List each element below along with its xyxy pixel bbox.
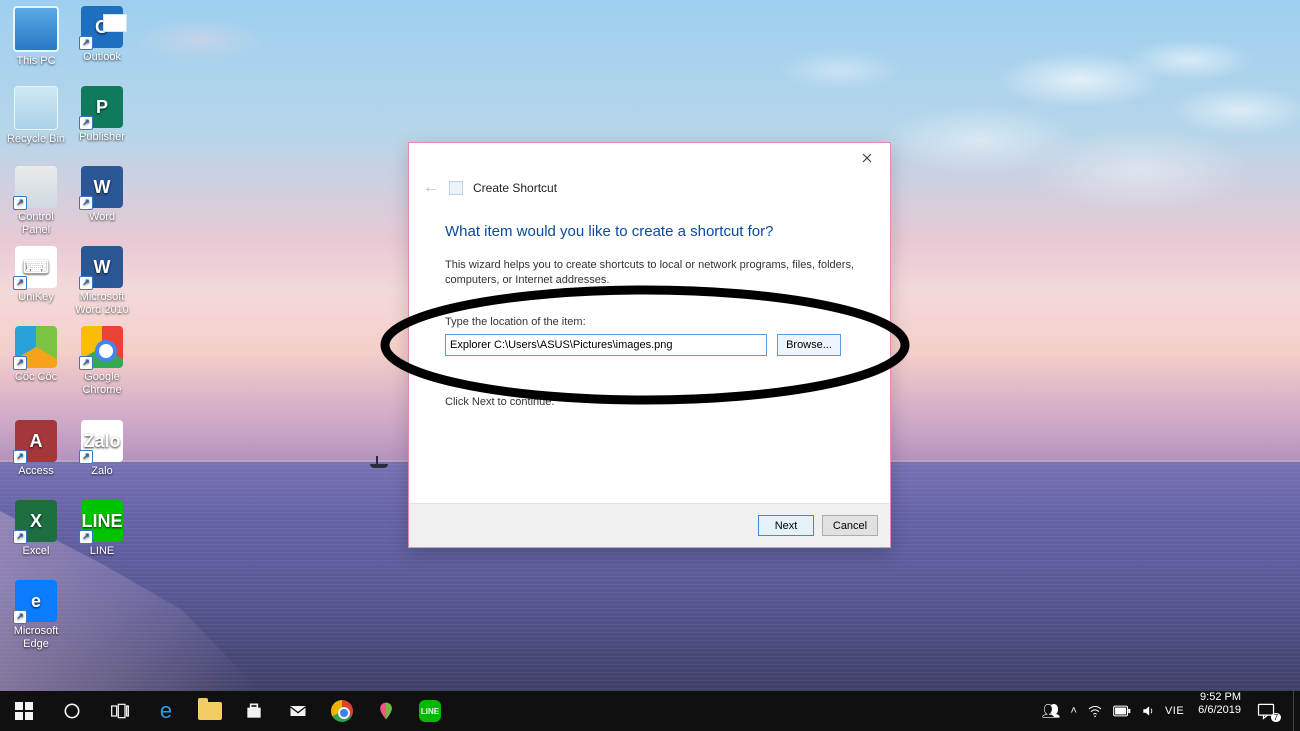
icon-label: Access (4, 465, 68, 478)
recycle-bin-icon (14, 86, 58, 130)
show-desktop-button[interactable] (1293, 691, 1300, 731)
desktop-icon-control-panel[interactable]: ↗ Control Panel (4, 166, 68, 237)
taskbar-store[interactable] (232, 691, 276, 731)
tray-chevron-up-icon[interactable]: ˄ (1071, 705, 1077, 717)
windows-icon (14, 701, 34, 721)
folder-icon (198, 702, 222, 720)
taskbar: e LINE 👥︎ ˄ VIE 9:52 PM 6/6/2019 7 (0, 691, 1300, 731)
desktop-icon-line[interactable]: LINE↗ LINE (70, 500, 134, 558)
dialog-description: This wizard helps you to create shortcut… (445, 258, 854, 288)
line-icon: LINE↗ (81, 500, 123, 542)
line-icon: LINE (419, 700, 441, 722)
publisher-icon: P↗ (81, 86, 123, 128)
icon-label: UniKey (4, 291, 68, 304)
icon-label: Microsoft Word 2010 (70, 291, 134, 317)
taskbar-chrome[interactable] (320, 691, 364, 731)
desktop-icon-outlook[interactable]: O↗ Outlook (70, 6, 134, 64)
desktop-icon-word-2010[interactable]: W↗ Microsoft Word 2010 (70, 246, 134, 317)
store-icon (244, 701, 264, 721)
desktop-icon-coccoc[interactable]: ↗ Cốc Cốc (4, 326, 68, 384)
continue-hint: Click Next to continue. (445, 396, 854, 408)
wizard-title: Create Shortcut (473, 181, 557, 195)
task-view-button[interactable] (96, 691, 144, 731)
icon-label: Publisher (70, 131, 134, 144)
desktop-icon-word[interactable]: W↗ Word (70, 166, 134, 224)
clock-date: 6/6/2019 (1198, 704, 1241, 717)
taskbar-mail[interactable] (276, 691, 320, 731)
icon-label: Cốc Cốc (4, 371, 68, 384)
coccoc-icon: ↗ (15, 326, 57, 368)
close-icon (862, 153, 872, 163)
icon-label: Zalo (70, 465, 134, 478)
desktop-icon-excel[interactable]: X↗ Excel (4, 500, 68, 558)
battery-icon[interactable] (1113, 705, 1131, 717)
control-panel-icon: ↗ (15, 166, 57, 208)
access-icon: A↗ (15, 420, 57, 462)
dialog-heading: What item would you like to create a sho… (445, 223, 854, 240)
browse-button[interactable]: Browse... (777, 334, 841, 356)
icon-label: This PC (4, 55, 68, 68)
maps-icon (376, 701, 396, 721)
action-center-button[interactable]: 7 (1249, 691, 1293, 731)
icon-label: Word (70, 211, 134, 224)
cortana-icon (62, 701, 82, 721)
wifi-icon[interactable] (1087, 703, 1103, 719)
create-shortcut-dialog: ← Create Shortcut What item would you li… (408, 142, 891, 548)
icon-label: LINE (70, 545, 134, 558)
desktop-icon-zalo[interactable]: Zalo↗ Zalo (70, 420, 134, 478)
edge-icon: e↗ (15, 580, 57, 622)
desktop-icon-chrome[interactable]: ↗ Google Chrome (70, 326, 134, 397)
taskbar-maps[interactable] (364, 691, 408, 731)
icon-label: Recycle Bin (4, 133, 68, 146)
people-icon[interactable]: 👥︎ (1041, 702, 1060, 720)
wizard-icon (449, 181, 463, 195)
location-input[interactable] (445, 334, 767, 356)
taskbar-clock[interactable]: 9:52 PM 6/6/2019 (1190, 691, 1249, 731)
cancel-button[interactable]: Cancel (822, 515, 878, 536)
word-icon: W↗ (81, 166, 123, 208)
icon-label: Excel (4, 545, 68, 558)
mail-icon (288, 701, 308, 721)
system-tray: 👥︎ ˄ VIE (1035, 691, 1190, 731)
chrome-icon (331, 700, 353, 722)
unikey-icon: ⌨↗ (15, 246, 57, 288)
dialog-titlebar[interactable] (409, 143, 890, 173)
desktop-icon-unikey[interactable]: ⌨↗ UniKey (4, 246, 68, 304)
desktop-icon-edge[interactable]: e↗ Microsoft Edge (4, 580, 68, 651)
zalo-icon: Zalo↗ (81, 420, 123, 462)
location-field-label: Type the location of the item: (445, 316, 854, 328)
desktop-icon-this-pc[interactable]: This PC (4, 6, 68, 68)
this-pc-icon (13, 6, 59, 52)
start-button[interactable] (0, 691, 48, 731)
chrome-icon: ↗ (81, 326, 123, 368)
ime-indicator[interactable]: VIE (1165, 705, 1184, 717)
icon-label: Control Panel (4, 211, 68, 237)
close-button[interactable] (844, 143, 890, 173)
icon-label: Outlook (70, 51, 134, 64)
outlook-icon: O↗ (81, 6, 123, 48)
excel-icon: X↗ (15, 500, 57, 542)
taskbar-line[interactable]: LINE (408, 691, 452, 731)
next-button[interactable]: Next (758, 515, 814, 536)
taskbar-edge[interactable]: e (144, 691, 188, 731)
taskbar-file-explorer[interactable] (188, 691, 232, 731)
dialog-footer: Next Cancel (409, 503, 890, 547)
desktop-icon-publisher[interactable]: P↗ Publisher (70, 86, 134, 144)
action-center-badge: 7 (1271, 713, 1281, 722)
desktop-icon-recycle-bin[interactable]: Recycle Bin (4, 86, 68, 146)
word-2010-icon: W↗ (81, 246, 123, 288)
search-button[interactable] (48, 691, 96, 731)
icon-label: Google Chrome (70, 371, 134, 397)
task-view-icon (110, 701, 130, 721)
desktop-icon-access[interactable]: A↗ Access (4, 420, 68, 478)
volume-icon[interactable] (1141, 704, 1155, 718)
clock-time: 9:52 PM (1200, 691, 1241, 704)
icon-label: Microsoft Edge (4, 625, 68, 651)
back-button[interactable]: ← (423, 179, 439, 197)
